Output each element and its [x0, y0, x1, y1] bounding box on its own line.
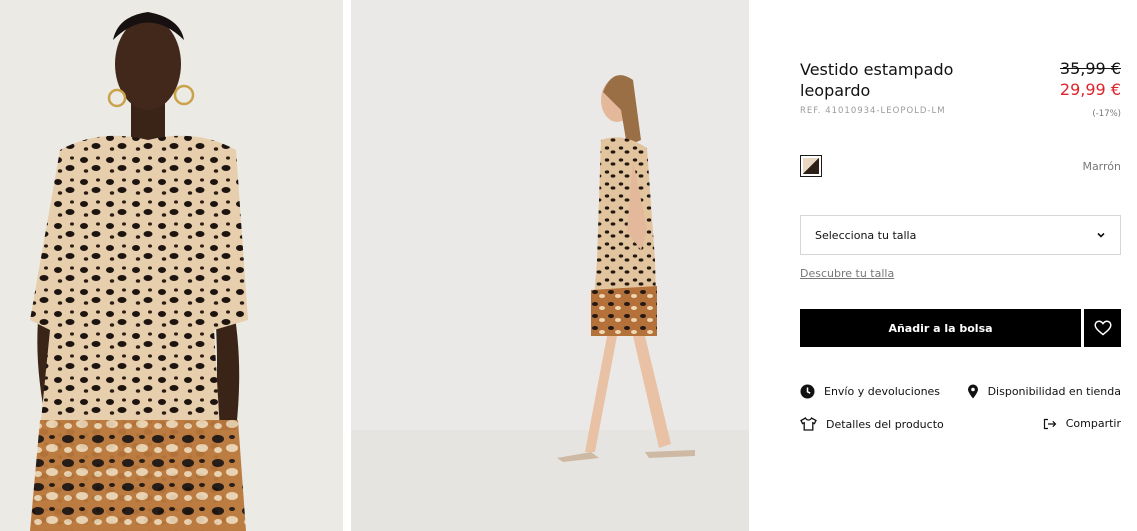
size-select[interactable]: Selecciona tu talla	[800, 215, 1121, 255]
share-icon	[1043, 418, 1057, 429]
sale-price: 29,99 €	[1059, 80, 1121, 99]
product-details-link[interactable]: Detalles del producto	[800, 417, 944, 431]
original-price: 35,99 €	[1059, 59, 1121, 78]
product-reference: REF. 41010934-LEOPOLD-LM	[800, 106, 946, 116]
discount-badge: (-17%)	[1092, 109, 1121, 119]
shipping-returns-link[interactable]: Envío y devoluciones	[800, 384, 940, 399]
share-label: Compartir	[1065, 417, 1121, 430]
product-image-front[interactable]	[0, 0, 343, 531]
favorite-button[interactable]	[1084, 309, 1121, 347]
product-image-side[interactable]	[351, 0, 749, 531]
product-title: Vestido estampado leopardo	[800, 60, 954, 100]
product-details-label: Detalles del producto	[826, 417, 944, 431]
clock-icon	[800, 384, 815, 399]
map-pin-icon	[967, 384, 978, 399]
tshirt-icon	[800, 417, 817, 431]
model-side-illustration	[351, 0, 749, 531]
heart-icon	[1093, 320, 1112, 336]
product-info-panel: Vestido estampado leopardo REF. 41010934…	[800, 0, 1121, 531]
size-select-placeholder: Selecciona tu talla	[815, 228, 917, 242]
size-guide-link[interactable]: Descubre tu talla	[800, 267, 894, 280]
color-swatch[interactable]	[800, 155, 822, 177]
color-swatch-preview	[803, 158, 819, 174]
model-front-illustration	[0, 0, 343, 531]
chevron-down-icon	[1097, 232, 1105, 238]
shipping-returns-label: Envío y devoluciones	[824, 385, 941, 398]
store-availability-link[interactable]: Disponibilidad en tienda	[967, 384, 1121, 399]
share-link[interactable]: Compartir	[1043, 417, 1121, 430]
store-availability-label: Disponibilidad en tienda	[987, 385, 1121, 398]
add-to-bag-button[interactable]: Añadir a la bolsa	[800, 309, 1081, 347]
color-name: Marrón	[1082, 160, 1121, 173]
